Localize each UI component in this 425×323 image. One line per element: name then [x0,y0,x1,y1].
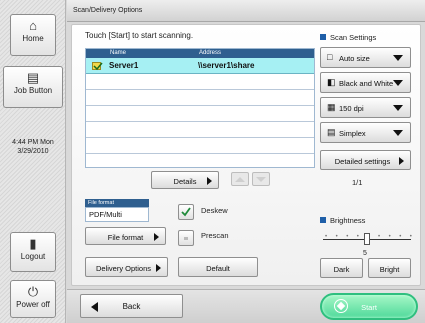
list-item[interactable] [86,106,314,122]
logout-label: Logout [20,252,46,261]
deskew-toggle[interactable] [178,204,194,220]
dark-label: Dark [333,265,350,274]
delivery-options-button[interactable]: Delivery Options [85,257,168,277]
job-button-label: Job Button [13,86,53,95]
size-select[interactable]: □ Auto size [320,47,411,68]
list-header: Name Address [86,49,314,58]
file-format-value: PDF/Multi [85,207,149,222]
destination-address: \\server1\share [198,61,255,70]
list-item[interactable]: Server1 \\server1\share [86,58,314,74]
destination-list: Name Address Server1 \\server1\share [85,48,315,168]
list-item[interactable] [86,122,314,138]
column-name: Name [110,50,127,56]
file-format-button[interactable]: File format [85,227,166,245]
clock-time: 4:44 PM Mon [12,139,54,146]
destination-name: Server1 [109,61,139,70]
brightness-title: Brightness [320,216,365,225]
section-marker-icon [320,34,326,40]
check-icon [181,207,191,217]
detailed-settings-button[interactable]: Detailed settings [320,150,411,170]
brightness-value: 5 [363,250,367,257]
clock-date: 3/29/2010 [17,148,49,155]
arrow-right-icon [399,157,404,165]
list-item[interactable] [86,74,314,90]
list-item[interactable] [86,138,314,154]
home-button[interactable]: ⌂ Home [10,14,56,56]
scan-settings-title: Scan Settings [320,33,376,42]
start-label: Start [361,303,377,312]
deskew-label: Deskew [201,206,228,215]
page-down-button[interactable] [252,172,270,186]
home-label: Home [22,34,44,43]
power-off-button[interactable]: ⏻ Power off [10,280,56,318]
power-off-label: Power off [16,300,50,309]
column-address: Address [199,50,222,56]
file-format-header: File format [85,199,149,207]
arrow-down-icon [256,177,266,182]
arrow-right-icon [154,233,159,241]
bright-label: Bright [379,265,400,274]
chevron-down-icon [393,105,403,111]
chevron-down-icon [393,55,403,61]
brightness-slider-thumb[interactable] [364,233,370,245]
left-sidebar: ⌂ Home ▤ Job Button 4:44 PM Mon 3/29/201… [0,0,66,323]
back-button[interactable]: Back [80,294,183,318]
resolution-icon: ▦ [327,102,336,112]
dark-button[interactable]: Dark [320,258,363,278]
logout-icon: ▮ [29,236,37,251]
page-indicator: 1/1 [352,178,363,187]
unchecked-icon [184,237,188,240]
color-mode-icon: ◧ [327,77,336,87]
list-item[interactable] [86,90,314,106]
home-icon: ⌂ [29,18,37,33]
document-icon: □ [327,52,333,62]
job-button[interactable]: ▤ Job Button [3,66,63,108]
back-label: Back [122,302,141,311]
sides-select[interactable]: ▤ Simplex [320,122,411,143]
arrow-right-icon [207,177,212,185]
check-icon [92,62,103,71]
delivery-options-label: Delivery Options [95,264,152,273]
prescan-label: Prescan [201,231,229,240]
prescan-toggle[interactable] [178,230,194,246]
main-area: Scan/Delivery Options Touch [Start] to s… [67,0,425,323]
simplex-icon: ▤ [327,127,336,137]
section-marker-icon [320,217,326,223]
details-button[interactable]: Details [151,171,219,189]
page-title: Scan/Delivery Options [67,0,425,22]
bottom-bar: Back Start [67,289,425,323]
arrow-up-icon [235,177,245,182]
detailed-settings-label: Detailed settings [334,157,391,166]
chevron-down-icon [393,80,403,86]
bright-button[interactable]: Bright [368,258,411,278]
page-up-button[interactable] [231,172,249,186]
resolution-select[interactable]: ▦ 150 dpi [320,97,411,118]
clock: 4:44 PM Mon 3/29/2010 [0,138,66,156]
job-icon: ▤ [26,70,40,85]
power-icon: ⏻ [27,284,39,299]
scan-prompt: Touch [Start] to start scanning. [85,31,194,40]
scan-settings-label: Scan Settings [330,33,377,42]
arrow-right-icon [156,264,161,272]
start-button[interactable]: Start [320,293,418,320]
default-button[interactable]: Default [178,257,258,277]
brightness-label: Brightness [330,216,366,225]
default-label: Default [206,264,230,273]
color-select[interactable]: ◧ Black and White [320,72,411,93]
chevron-down-icon [393,130,403,136]
logout-button[interactable]: ▮ Logout [10,232,56,272]
